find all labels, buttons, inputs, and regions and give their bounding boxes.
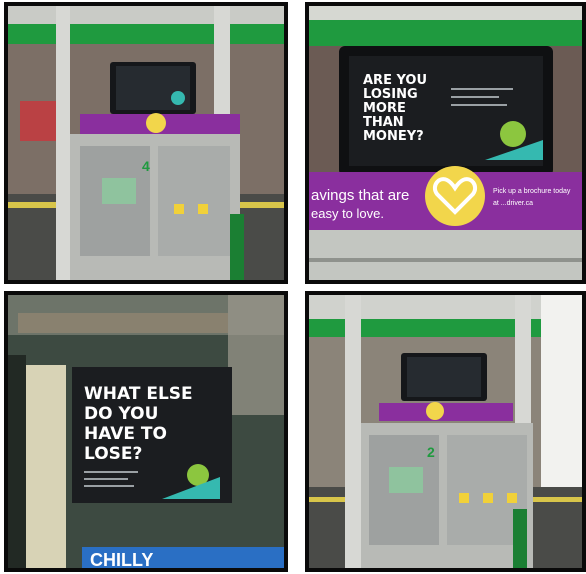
window-scene: WHAT ELSE DO YOU HAVE TO LOSE? CHILLY [8,295,284,568]
photo-pump-overview: 4 [4,2,288,284]
purple-banner [379,403,513,421]
photo-window-poster: WHAT ELSE DO YOU HAVE TO LOSE? CHILLY [4,291,288,572]
pump-number: 2 [427,444,435,460]
banner-right-line-1: Pick up a brochure today [493,188,571,195]
photo-topper-closeup: ARE YOU LOSING MORE THAN MONEY? avings t… [305,2,586,284]
cooler-sign-text: CHILLY [90,550,153,568]
pump-scene-1: 4 [8,6,284,280]
banner-main: avings that are [311,187,409,204]
heart-logo [425,166,485,226]
pump-scene-3: 2 [309,295,582,568]
banner-right-line-2: at ...driver.ca [493,200,533,207]
pump-scene-2: ARE YOU LOSING MORE THAN MONEY? avings t… [309,6,582,280]
heart-logo [146,113,166,133]
photo-pump-two: 2 [305,291,586,572]
pump-number: 4 [142,158,150,174]
heart-logo [426,402,444,420]
banner-sub: easy to love. [311,206,384,221]
canopy-band [8,24,284,44]
